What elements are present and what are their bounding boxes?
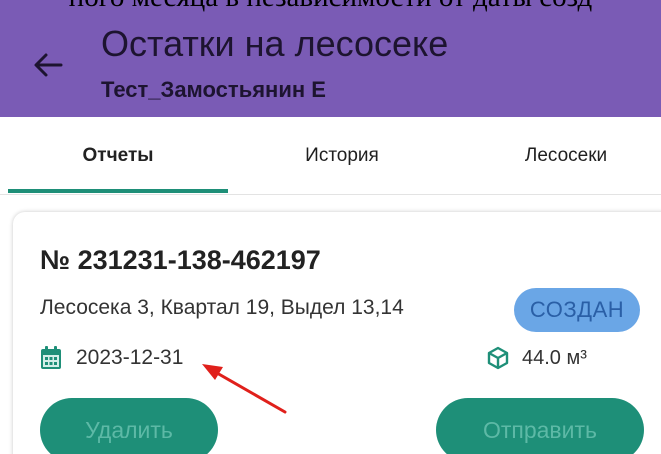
tab-reports[interactable]: Отчеты bbox=[8, 117, 228, 194]
back-button[interactable] bbox=[26, 45, 70, 85]
cropped-caption-text: ного месяца в независимости от даты созд bbox=[0, 0, 661, 12]
delete-button[interactable]: Удалить bbox=[40, 398, 218, 454]
status-badge: СОЗДАН bbox=[514, 288, 640, 332]
tab-bar: Отчеты История Лесосеки bbox=[0, 117, 661, 195]
tab-history[interactable]: История bbox=[232, 117, 452, 194]
active-tab-indicator bbox=[8, 189, 228, 193]
app-bar: Остатки на лесосеке Тест_Замостьянин Е bbox=[0, 0, 661, 117]
cube-icon bbox=[487, 346, 509, 370]
app-screen: ного месяца в независимости от даты созд… bbox=[0, 0, 661, 454]
calendar-icon bbox=[41, 346, 61, 369]
arrow-left-icon bbox=[34, 53, 63, 77]
report-volume-row: 44.0 м³ bbox=[486, 346, 587, 370]
report-date-row: 2023-12-31 bbox=[40, 346, 183, 370]
report-volume: 44.0 м³ bbox=[522, 346, 587, 369]
send-button[interactable]: Отправить bbox=[436, 398, 644, 454]
page-title: Остатки на лесосеке bbox=[101, 23, 449, 64]
tab-plots[interactable]: Лесосеки bbox=[456, 117, 661, 194]
report-date: 2023-12-31 bbox=[76, 346, 184, 369]
report-number: № 231231-138-462197 bbox=[40, 245, 321, 275]
page-subtitle: Тест_Замостьянин Е bbox=[101, 77, 326, 102]
report-location: Лесосека 3, Квартал 19, Выдел 13,14 bbox=[40, 296, 404, 319]
